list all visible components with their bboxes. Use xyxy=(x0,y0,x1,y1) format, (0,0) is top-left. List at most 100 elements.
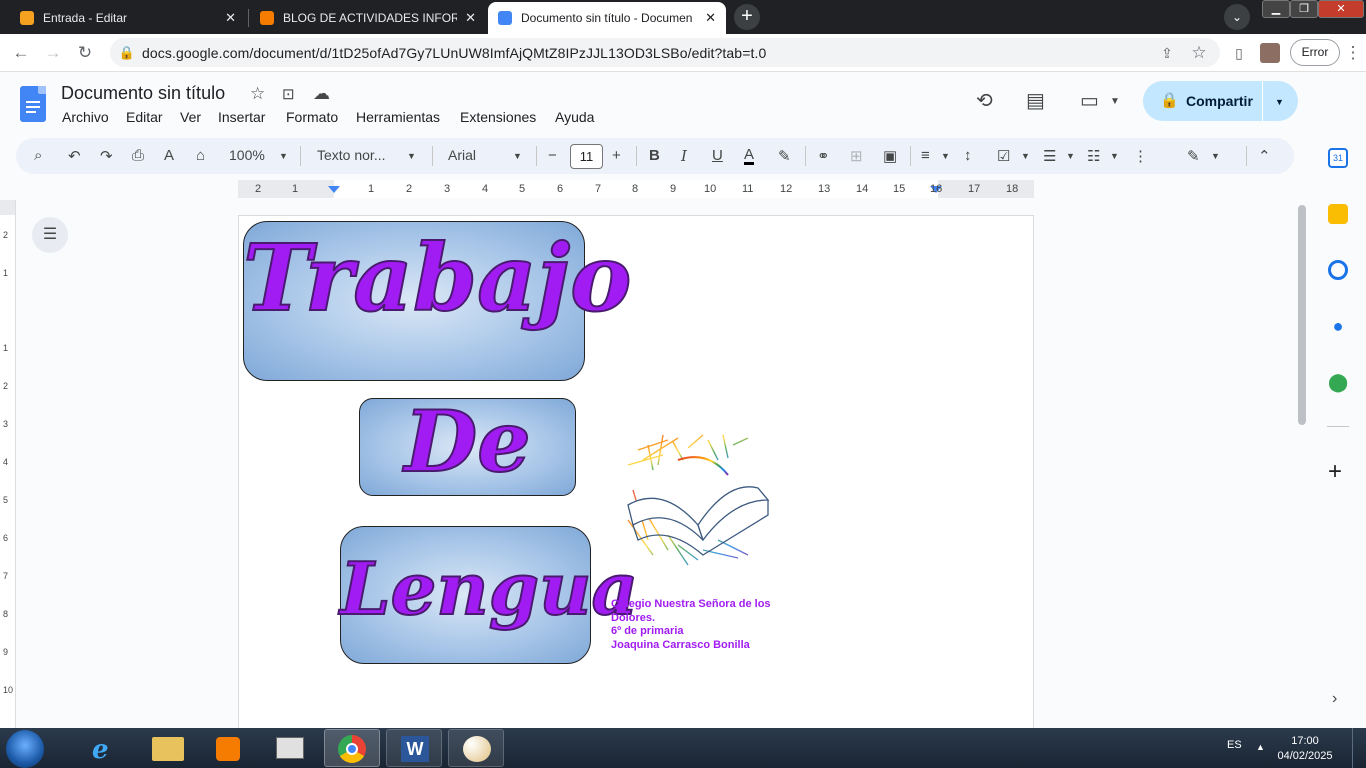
media-player-icon[interactable] xyxy=(200,729,256,767)
bulleted-list-icon[interactable]: ☰ xyxy=(1043,147,1056,165)
star-icon[interactable]: ☆ xyxy=(250,84,265,104)
font-size-input[interactable]: 11 xyxy=(570,144,603,169)
google-docs-logo[interactable] xyxy=(20,86,46,122)
move-folder-icon[interactable]: ⊡ xyxy=(282,85,295,103)
cloud-status-icon[interactable]: ☁ xyxy=(313,84,330,104)
add-addon-icon[interactable]: + xyxy=(1328,458,1342,486)
expand-panel-icon[interactable]: › xyxy=(1332,690,1337,708)
redo-icon[interactable]: ↷ xyxy=(100,147,113,165)
bold-icon[interactable]: B xyxy=(649,147,660,164)
language-indicator[interactable]: ES xyxy=(1227,739,1242,751)
history-icon[interactable]: ⟲ xyxy=(976,88,993,113)
rainbow-book-image[interactable] xyxy=(608,430,790,570)
checklist-icon[interactable]: ☑ xyxy=(997,147,1010,165)
more-vert-icon[interactable]: ⋮ xyxy=(1342,42,1364,64)
chevron-down-icon[interactable]: ▼ xyxy=(407,151,416,161)
chevron-down-icon[interactable]: ▼ xyxy=(1021,151,1030,161)
menu-insertar[interactable]: Insertar xyxy=(218,109,265,125)
chevron-down-icon[interactable]: ▼ xyxy=(1066,151,1075,161)
show-desktop-button[interactable] xyxy=(1352,728,1366,768)
document-title[interactable]: Documento sin título xyxy=(61,83,225,104)
undo-icon[interactable]: ↶ xyxy=(68,147,81,165)
internet-explorer-icon[interactable]: e xyxy=(78,729,134,767)
text-color-icon[interactable]: A xyxy=(744,147,755,165)
insert-image-icon[interactable]: ▣ xyxy=(883,147,897,165)
tray-expand-icon[interactable]: ▲ xyxy=(1256,742,1265,752)
new-tab-button[interactable]: + xyxy=(734,4,760,30)
menu-formato[interactable]: Formato xyxy=(286,109,338,125)
word-taskbar-button[interactable]: W xyxy=(386,729,442,767)
menu-ver[interactable]: Ver xyxy=(180,109,201,125)
tab-search-button[interactable]: ⌄ xyxy=(1224,4,1250,30)
highlight-icon[interactable]: ✎ xyxy=(778,147,791,165)
search-menus-icon[interactable]: ⌕ xyxy=(34,147,42,164)
font-select[interactable]: Arial xyxy=(448,147,476,163)
link-icon[interactable]: ⚭ xyxy=(817,147,830,165)
forward-icon[interactable]: → xyxy=(42,42,64,64)
meet-icon[interactable]: ▭ xyxy=(1080,88,1099,113)
close-icon[interactable]: ✕ xyxy=(465,10,476,26)
back-icon[interactable]: ← xyxy=(10,42,32,64)
decrease-font-icon[interactable]: − xyxy=(548,147,557,164)
menu-herramientas[interactable]: Herramientas xyxy=(356,109,440,125)
add-comment-icon[interactable]: ⊞ xyxy=(850,147,863,165)
url-text[interactable]: docs.google.com/document/d/1tD25ofAd7Gy7… xyxy=(142,45,766,61)
share-page-icon[interactable]: ⇪ xyxy=(1156,42,1178,64)
school-info-text[interactable]: Colegio Nuestra Señora de los Dolores. 6… xyxy=(611,598,771,653)
left-indent-marker[interactable] xyxy=(328,186,340,193)
document-outline-button[interactable]: ☰ xyxy=(32,217,68,253)
menu-editar[interactable]: Editar xyxy=(126,109,163,125)
start-button[interactable] xyxy=(6,730,44,768)
system-clock[interactable]: 17:00 04/02/2025 xyxy=(1270,734,1340,764)
reload-icon[interactable]: ↻ xyxy=(74,42,96,64)
close-icon[interactable]: ✕ xyxy=(705,10,716,26)
chevron-down-icon[interactable]: ▼ xyxy=(1110,151,1119,161)
comments-icon[interactable]: ▤ xyxy=(1026,88,1045,113)
share-chevron-icon[interactable]: ▼ xyxy=(1275,97,1284,107)
profile-avatar[interactable] xyxy=(1260,43,1280,63)
print-icon[interactable]: ⎙ xyxy=(132,147,144,164)
side-panel-icon[interactable]: ▯ xyxy=(1228,42,1250,64)
more-options-icon[interactable]: ⋮ xyxy=(1133,147,1148,165)
align-left-icon[interactable]: ≡ xyxy=(921,147,930,164)
tab-documento[interactable]: Documento sin título - Documen ✕ xyxy=(488,2,726,34)
chevron-down-icon[interactable]: ▼ xyxy=(941,151,950,161)
tab-blog-actividades[interactable]: BLOG DE ACTIVIDADES INFORMA ✕ xyxy=(250,2,486,34)
menu-ayuda[interactable]: Ayuda xyxy=(555,109,594,125)
increase-font-icon[interactable]: + xyxy=(612,147,621,164)
menu-archivo[interactable]: Archivo xyxy=(62,109,109,125)
error-button[interactable]: Error xyxy=(1290,39,1340,66)
zoom-select[interactable]: 100% xyxy=(229,147,265,163)
maximize-button[interactable]: ❐ xyxy=(1290,0,1318,18)
close-window-button[interactable]: ✕ xyxy=(1318,0,1364,18)
chrome-taskbar-button[interactable] xyxy=(324,729,380,767)
lock-icon[interactable]: 🔒 xyxy=(116,42,138,64)
vertical-ruler[interactable]: 2 1 1 2 3 4 5 6 7 8 9 10 xyxy=(0,200,16,728)
bookmark-star-icon[interactable]: ☆ xyxy=(1188,42,1210,64)
line-spacing-icon[interactable]: ↕ xyxy=(964,147,972,164)
close-icon[interactable]: ✕ xyxy=(225,10,236,26)
chevron-down-icon[interactable]: ▼ xyxy=(279,151,288,161)
style-select[interactable]: Texto nor... xyxy=(317,147,385,163)
contacts-icon[interactable]: ● xyxy=(1328,316,1348,336)
underline-icon[interactable]: U xyxy=(712,147,723,164)
paint-format-icon[interactable]: ⌂ xyxy=(196,147,205,164)
minimize-button[interactable]: ▁ xyxy=(1262,0,1290,18)
menu-extensiones[interactable]: Extensiones xyxy=(460,109,536,125)
paint-taskbar-button[interactable] xyxy=(448,729,504,767)
italic-icon[interactable]: I xyxy=(681,147,687,165)
collapse-menus-icon[interactable]: ⌃ xyxy=(1258,147,1271,165)
chevron-down-icon[interactable]: ▼ xyxy=(513,151,522,161)
presentation-app-icon[interactable] xyxy=(262,729,318,767)
numbered-list-icon[interactable]: ☷ xyxy=(1087,147,1100,165)
tasks-icon[interactable] xyxy=(1328,260,1348,280)
spellcheck-icon[interactable]: A xyxy=(164,147,174,164)
editing-mode-icon[interactable]: ✎ xyxy=(1187,147,1200,165)
calendar-icon[interactable]: 31 xyxy=(1328,148,1348,168)
chevron-down-icon[interactable]: ▼ xyxy=(1211,151,1220,161)
maps-icon[interactable]: ⬤ xyxy=(1328,372,1348,392)
scrollbar-thumb[interactable] xyxy=(1298,205,1306,425)
keep-icon[interactable] xyxy=(1328,204,1348,224)
file-explorer-icon[interactable] xyxy=(140,729,196,767)
tab-entrada-editar[interactable]: Entrada - Editar ✕ xyxy=(10,2,246,34)
